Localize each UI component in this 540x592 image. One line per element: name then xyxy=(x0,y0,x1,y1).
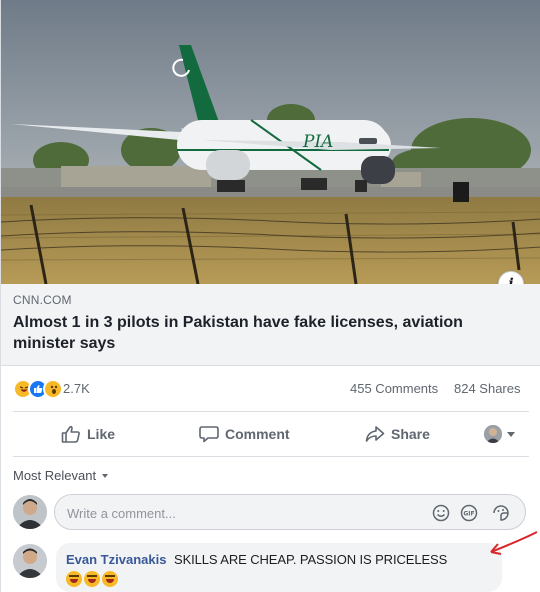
avatar[interactable] xyxy=(13,495,47,529)
emoji-icon[interactable] xyxy=(431,503,451,523)
link-preview-card[interactable]: CNN.COM Almost 1 in 3 pilots in Pakistan… xyxy=(1,284,540,366)
action-bar: Like Comment Share xyxy=(1,412,540,456)
post-stats: 2.7K 455 Comments 824 Shares xyxy=(1,367,540,411)
share-button[interactable]: Share xyxy=(365,412,430,456)
link-title[interactable]: Almost 1 in 3 pilots in Pakistan have fa… xyxy=(13,312,513,354)
comment-filter-label: Most Relevant xyxy=(13,468,97,483)
comment-emojis xyxy=(66,571,120,587)
link-preview-image[interactable]: PIA xyxy=(1,0,540,284)
divider xyxy=(13,456,529,457)
comment-author[interactable]: Evan Tzivanakis xyxy=(66,552,166,567)
reaction-as-selector[interactable] xyxy=(484,425,515,443)
comments-count[interactable]: 455 Comments xyxy=(350,381,438,396)
annotation-arrow-icon xyxy=(490,531,538,555)
chevron-down-icon xyxy=(102,473,109,478)
comment-text: SKILLS ARE CHEAP. PASSION IS PRICELESS xyxy=(174,552,448,567)
comment-filter-dropdown[interactable]: Most Relevant xyxy=(13,468,109,483)
livery-text: PIA xyxy=(302,132,333,152)
airplane-photo: PIA xyxy=(1,0,540,284)
facebook-post: PIA i CNN.COM Almost 1 in 3 pilots in Pa… xyxy=(0,0,540,592)
link-source: CNN.COM xyxy=(13,293,72,307)
like-label: Like xyxy=(87,426,116,442)
sticker-icon[interactable] xyxy=(491,503,511,523)
gif-icon[interactable]: GIF xyxy=(459,503,479,523)
comments-section: Most Relevant GIF Evan Tzivanakis SKILLS… xyxy=(1,458,540,592)
thumbs-up-icon xyxy=(61,425,80,443)
laughing-emoji-icon xyxy=(102,571,118,587)
comment-label: Comment xyxy=(225,426,290,442)
avatar[interactable] xyxy=(13,544,47,578)
comment-composer[interactable]: GIF xyxy=(54,494,526,530)
like-button[interactable]: Like xyxy=(61,412,115,456)
reaction-count[interactable]: 2.7K xyxy=(63,381,90,396)
share-icon xyxy=(365,426,385,442)
shares-count[interactable]: 824 Shares xyxy=(454,381,521,396)
comment-input[interactable] xyxy=(67,503,407,523)
laughing-emoji-icon xyxy=(84,571,100,587)
comment-button[interactable]: Comment xyxy=(199,412,290,456)
wow-reaction-icon xyxy=(43,379,63,399)
svg-text:GIF: GIF xyxy=(463,511,474,518)
avatar xyxy=(484,425,502,443)
laughing-emoji-icon xyxy=(66,571,82,587)
comment-icon xyxy=(199,426,219,443)
comment-bubble: Evan Tzivanakis SKILLS ARE CHEAP. PASSIO… xyxy=(56,543,502,592)
share-label: Share xyxy=(391,426,430,442)
chevron-down-icon xyxy=(507,431,515,437)
